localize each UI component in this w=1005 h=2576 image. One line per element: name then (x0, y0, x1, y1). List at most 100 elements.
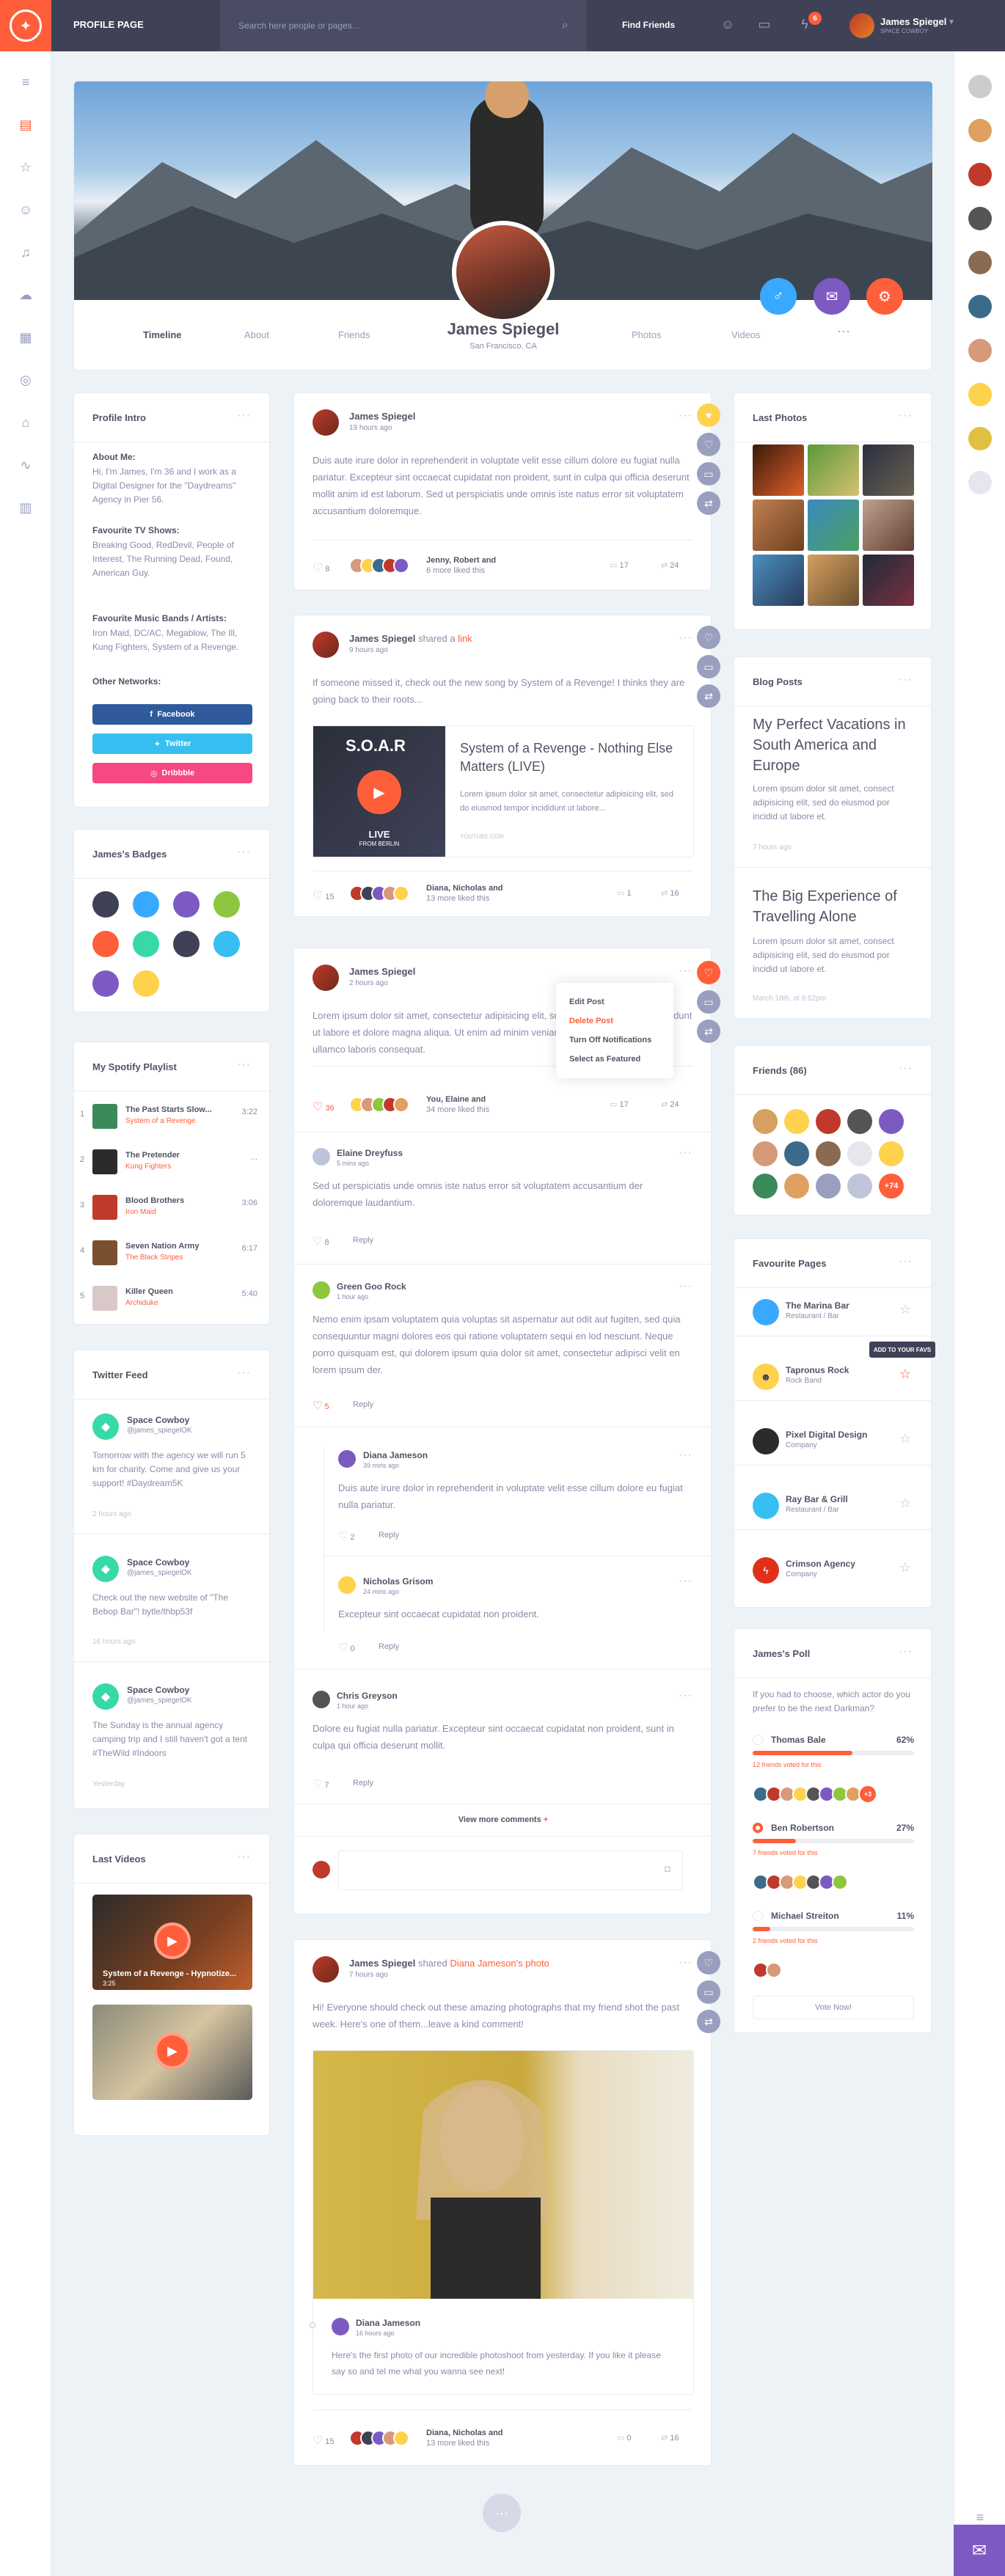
settings-button[interactable]: ⚙ (866, 278, 903, 315)
more-icon[interactable]: ··· (237, 846, 251, 859)
avatar[interactable] (393, 885, 409, 901)
badge-icon[interactable] (92, 970, 119, 997)
post-author[interactable]: James Spiegel (349, 966, 415, 977)
heart-action-button[interactable]: ♡ (697, 961, 720, 984)
blog-post-title[interactable]: My Perfect Vacations in South America an… (753, 714, 914, 776)
comment-author[interactable]: Chris Greyson (337, 1691, 398, 1701)
more-icon[interactable]: ··· (679, 1956, 692, 1969)
avatar[interactable]: ϟ (753, 1557, 779, 1584)
avatar[interactable] (968, 75, 992, 98)
avatar[interactable] (968, 163, 992, 186)
select-featured-item[interactable]: Select as Featured (569, 1055, 660, 1074)
turn-off-notifications-item[interactable]: Turn Off Notifications (569, 1036, 660, 1055)
post-author[interactable]: James Spiegel shared a link (349, 633, 472, 644)
settings-icon[interactable]: ≡ (971, 2509, 989, 2526)
comment-action-button[interactable]: ▭ (697, 655, 720, 678)
share-action-button[interactable]: ⇄ (697, 1020, 720, 1043)
avatar[interactable] (753, 1109, 778, 1134)
avatar[interactable] (968, 119, 992, 142)
photo-thumbnail[interactable] (808, 500, 859, 551)
more-icon[interactable]: ··· (679, 632, 692, 645)
post-author[interactable]: James Spiegel (349, 411, 415, 422)
like-button[interactable]: ♡ 7 (313, 1777, 329, 1790)
star-icon[interactable]: ☆ (899, 1302, 911, 1317)
tweet-author[interactable]: Space Cowboy (127, 1557, 189, 1567)
logo[interactable]: ✦ (0, 0, 51, 51)
list-item[interactable]: 4 Seven Nation Army The Black Stripes 6:17 (74, 1232, 272, 1273)
avatar[interactable] (393, 557, 409, 574)
avatar[interactable] (332, 2318, 349, 2335)
more-voters-button[interactable]: +3 (858, 1785, 877, 1804)
star-icon[interactable]: ☆ (17, 158, 34, 176)
star-icon[interactable]: ☆ (899, 1431, 911, 1446)
share-action-button[interactable]: ⇄ (697, 491, 720, 515)
chat-icon[interactable]: ▭ (756, 17, 773, 34)
avatar[interactable] (313, 1691, 330, 1708)
share-count[interactable]: ⇄ 16 (661, 888, 679, 898)
more-icon[interactable]: ··· (899, 673, 913, 687)
page-name[interactable]: Tapronus Rock (786, 1365, 849, 1375)
more-icon[interactable]: ··· (899, 1255, 913, 1268)
photo-thumbnail[interactable] (863, 555, 914, 606)
comment-action-button[interactable]: ▭ (697, 990, 720, 1014)
badge-icon[interactable] (173, 891, 200, 918)
list-item[interactable]: 1 The Past Starts Slow... System of a Reve… (74, 1095, 272, 1136)
like-button[interactable]: ♡ 8 (313, 560, 330, 575)
link-preview[interactable]: S.O.A.R ▶ LIVE FROM BERLIN System of a R… (313, 725, 694, 857)
comments-count[interactable]: ▭ 0 (617, 2433, 632, 2443)
video-thumbnail[interactable]: ▶ System of a Revenge - Hypnotize... 3:2… (92, 1895, 252, 1990)
avatar[interactable] (766, 1962, 782, 1978)
photo-thumbnail[interactable] (863, 500, 914, 551)
more-icon[interactable]: ··· (679, 1146, 692, 1160)
heart-action-button[interactable]: ♡ (697, 1951, 720, 1975)
photo-thumbnail[interactable] (808, 555, 859, 606)
reply-button[interactable]: Reply (379, 1531, 399, 1540)
avatar[interactable] (968, 295, 992, 318)
share-action-button[interactable]: ⇄ (697, 2010, 720, 2033)
delete-post-item[interactable]: Delete Post (569, 1017, 660, 1036)
avatar[interactable] (393, 1097, 409, 1113)
heart-action-button[interactable]: ♡ (697, 626, 720, 649)
more-icon[interactable]: ··· (679, 1575, 692, 1588)
more-icon[interactable]: ··· (899, 1645, 913, 1658)
photo-thumbnail[interactable] (753, 555, 804, 606)
avatar[interactable] (968, 427, 992, 450)
blog-post-title[interactable]: The Big Experience of Travelling Alone (753, 886, 914, 927)
add-friend-button[interactable]: ♂ (760, 278, 797, 315)
headphones-icon[interactable]: ♫ (17, 244, 34, 261)
comments-count[interactable]: ▭ 1 (617, 888, 632, 898)
more-icon[interactable]: ··· (899, 409, 913, 422)
avatar[interactable] (753, 1428, 779, 1455)
badge-icon[interactable] (213, 931, 240, 957)
list-item[interactable]: 5 Killer Queen Archiduke 5:40 (74, 1277, 272, 1318)
message-button[interactable]: ✉ (814, 278, 850, 315)
avatar[interactable] (313, 1281, 330, 1299)
search-input[interactable] (238, 21, 563, 31)
avatar[interactable] (313, 632, 339, 658)
photo-thumbnail[interactable] (808, 444, 859, 496)
avatar[interactable] (879, 1109, 904, 1134)
list-item[interactable]: 2 The Pretender Kung Fighters... (74, 1141, 272, 1182)
avatar[interactable] (847, 1109, 872, 1134)
manage-icon[interactable]: ▥ (17, 499, 34, 516)
more-icon[interactable]: ··· (679, 965, 692, 978)
avatar[interactable] (847, 1174, 872, 1199)
star-icon[interactable]: ☆ (899, 1366, 911, 1382)
radio-button[interactable] (753, 1911, 763, 1921)
comment-author[interactable]: Nicholas Grisom (363, 1576, 433, 1587)
avatar[interactable] (816, 1109, 841, 1134)
avatar[interactable] (816, 1141, 841, 1166)
tweet-author[interactable]: Space Cowboy (127, 1415, 189, 1425)
more-icon[interactable]: ··· (899, 1062, 913, 1075)
profile-avatar[interactable] (452, 221, 555, 323)
comment-author[interactable]: Diana Jameson (363, 1450, 428, 1460)
comments-count[interactable]: ▭ 17 (610, 1099, 629, 1109)
post-author[interactable]: James Spiegel shared Diana Jameson's pho… (349, 1958, 549, 1969)
avatar[interactable] (968, 339, 992, 362)
photo-author[interactable]: Diana Jameson (356, 2318, 420, 2328)
page-name[interactable]: The Marina Bar (786, 1300, 849, 1311)
edit-post-item[interactable]: Edit Post (569, 998, 660, 1017)
comments-count[interactable]: ▭ 17 (610, 560, 629, 570)
video-thumbnail[interactable]: ▶ (92, 2005, 252, 2100)
like-action-button[interactable]: ♥ (697, 403, 720, 427)
